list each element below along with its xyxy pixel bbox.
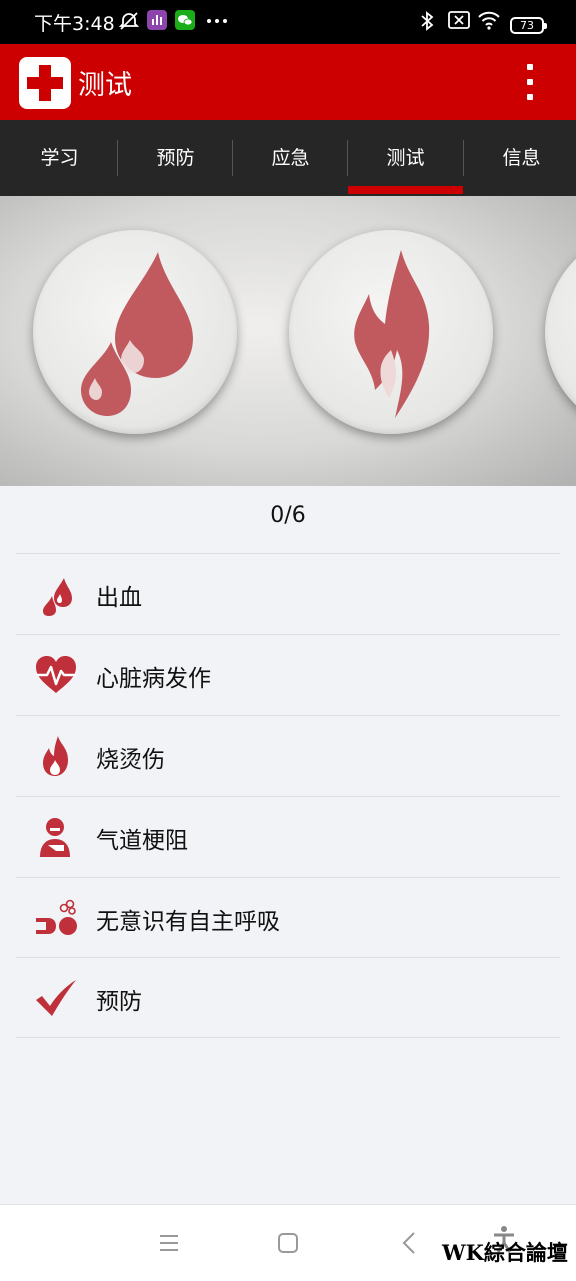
status-bar: 下午3:48 73 bbox=[0, 0, 576, 44]
overflow-menu-icon[interactable] bbox=[520, 62, 540, 102]
list-item-label: 无意识有自主呼吸 bbox=[96, 909, 280, 935]
mute-alarm-icon bbox=[118, 12, 140, 30]
hero-bleeding-button[interactable] bbox=[33, 230, 237, 434]
blood-drops-icon bbox=[43, 578, 72, 616]
next-topic-icon bbox=[545, 230, 576, 434]
home-icon[interactable] bbox=[277, 1232, 299, 1254]
stats-app-icon bbox=[147, 10, 167, 30]
tab-test[interactable]: 测试 bbox=[348, 120, 463, 196]
list-item-burns[interactable]: 烧烫伤 bbox=[16, 715, 560, 796]
tab-study[interactable]: 学习 bbox=[2, 120, 117, 196]
more-dots-icon bbox=[207, 19, 227, 23]
heartbeat-icon bbox=[36, 656, 76, 693]
status-time: 下午3:48 bbox=[34, 13, 115, 35]
back-icon[interactable] bbox=[400, 1231, 418, 1255]
app-bar: 测试 bbox=[0, 44, 576, 120]
red-cross-icon bbox=[19, 57, 71, 109]
list-item-label: 心脏病发作 bbox=[96, 666, 211, 692]
flame-icon bbox=[354, 250, 430, 418]
hero-burns-button[interactable] bbox=[289, 230, 493, 434]
blood-drops-icon bbox=[81, 252, 193, 416]
tab-info[interactable]: 信息 bbox=[464, 120, 576, 196]
page-title: 测试 bbox=[78, 70, 132, 101]
tab-selected-indicator bbox=[348, 186, 463, 194]
tab-prevention[interactable]: 预防 bbox=[118, 120, 233, 196]
unconscious-breathing-icon bbox=[36, 899, 77, 935]
checkmark-icon bbox=[36, 980, 76, 1016]
sim-x-icon bbox=[448, 11, 470, 29]
list-item-prevention[interactable]: 预防 bbox=[16, 957, 560, 1038]
list-item-airway-obstruction[interactable]: 气道梗阻 bbox=[16, 796, 560, 877]
battery-icon: 73 bbox=[510, 17, 547, 34]
tab-bar: 学习 预防 应急 测试 信息 bbox=[0, 120, 576, 196]
topic-carousel[interactable] bbox=[0, 196, 576, 486]
list-item-unconscious-breathing[interactable]: 无意识有自主呼吸 bbox=[16, 877, 560, 958]
list-item-label: 气道梗阻 bbox=[96, 828, 188, 854]
bluetooth-icon bbox=[421, 11, 434, 31]
wechat-icon bbox=[175, 10, 195, 30]
choking-person-icon bbox=[40, 818, 70, 857]
quiz-score: 0/6 bbox=[270, 503, 306, 528]
watermark: WK綜合論壇 bbox=[442, 1240, 568, 1265]
list-item-label: 烧烫伤 bbox=[96, 747, 165, 773]
list-item-label: 出血 bbox=[96, 585, 142, 611]
list-item-label: 预防 bbox=[96, 989, 142, 1015]
wifi-icon bbox=[478, 11, 500, 30]
list-divider bbox=[16, 1037, 560, 1038]
menu-icon[interactable] bbox=[158, 1233, 180, 1253]
flame-icon bbox=[43, 736, 68, 776]
list-item-heart-attack[interactable]: 心脏病发作 bbox=[16, 634, 560, 715]
hero-next-topic-button[interactable] bbox=[545, 230, 576, 434]
system-nav-bar: WK綜合論壇 bbox=[0, 1204, 576, 1281]
tab-emergency[interactable]: 应急 bbox=[233, 120, 348, 196]
list-item-bleeding[interactable]: 出血 bbox=[16, 553, 560, 634]
